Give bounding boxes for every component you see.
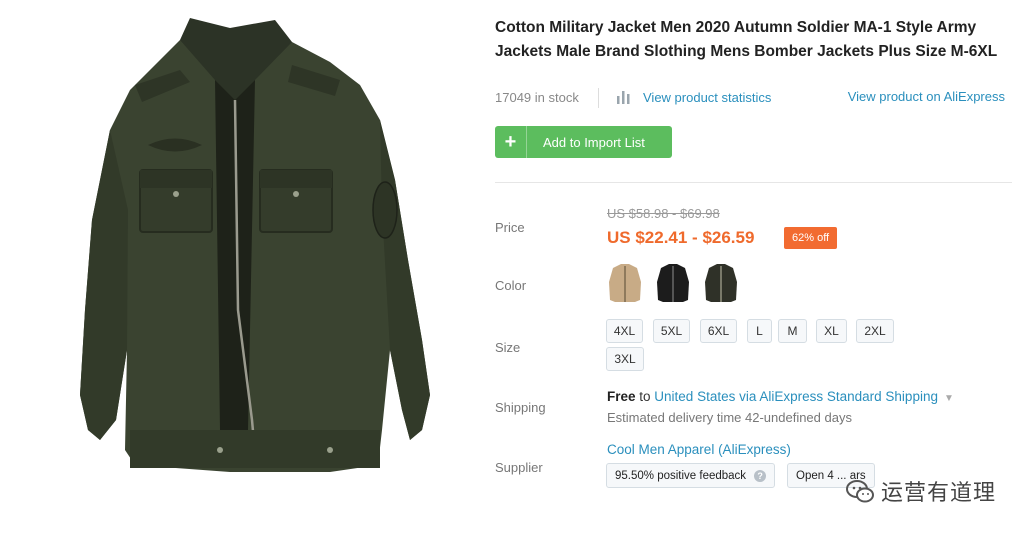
plus-icon: +	[495, 126, 527, 158]
supplier-link[interactable]: Cool Men Apparel (AliExpress)	[607, 442, 791, 457]
question-icon[interactable]: ?	[754, 469, 767, 482]
color-label: Color	[495, 278, 527, 293]
delivery-estimate: Estimated delivery time 42-undefined day…	[607, 410, 852, 425]
size-label: Size	[495, 340, 521, 355]
product-title: Cotton Military Jacket Men 2020 Autumn S…	[495, 19, 998, 60]
stock-count: 17049 in stock	[495, 90, 579, 105]
size-option-3xl[interactable]: 3XL	[606, 347, 644, 371]
meta-row: 17049 in stock View product statistics V…	[495, 88, 1010, 108]
size-option-m[interactable]: M	[778, 319, 807, 343]
shipping-method: Free to United States via AliExpress Sta…	[607, 389, 954, 404]
add-to-import-list-label: Add to Import List	[543, 134, 645, 150]
size-option-6xl[interactable]: 6XL	[700, 319, 737, 343]
size-option-5xl[interactable]: 5XL	[653, 319, 690, 343]
color-option-black[interactable]	[655, 262, 691, 304]
divider	[495, 182, 1012, 183]
shipping-label: Shipping	[495, 400, 546, 415]
view-on-aliexpress-link[interactable]: View product on AliExpress	[848, 89, 1005, 104]
sale-price: US $22.41 - $26.59	[607, 228, 755, 247]
view-statistics-link[interactable]: View product statistics	[643, 90, 771, 105]
color-option-khaki[interactable]	[607, 262, 643, 304]
jacket-image	[80, 18, 430, 472]
original-price: US $58.98 - $69.98	[607, 206, 720, 221]
size-option-l[interactable]: L	[747, 319, 772, 343]
color-option-army-green[interactable]	[703, 262, 739, 304]
chevron-down-icon[interactable]: ▼	[944, 393, 954, 404]
free-shipping-text: Free	[607, 389, 636, 404]
meta-divider	[598, 88, 599, 108]
feedback-text: 95.50% positive feedback	[615, 469, 747, 482]
feedback-badge: 95.50% positive feedback ?	[606, 463, 776, 488]
shipping-to-text: to	[635, 389, 655, 404]
wechat-icon	[846, 480, 874, 503]
size-option-2xl[interactable]: 2XL	[856, 319, 894, 343]
size-option-4xl[interactable]: 4XL	[606, 319, 643, 343]
shipping-destination-link[interactable]: United States via AliExpress Standard Sh…	[654, 389, 938, 404]
discount-badge: 62% off	[784, 227, 838, 249]
add-to-import-list-button[interactable]: + Add to Import List	[495, 126, 672, 158]
price-label: Price	[495, 220, 525, 235]
watermark: 运营有道理	[845, 474, 996, 508]
product-details: Cotton Military Jacket Men 2020 Autumn S…	[495, 0, 1015, 534]
product-image	[30, 10, 470, 510]
bar-chart-icon[interactable]	[616, 90, 632, 104]
watermark-text: 运营有道理	[881, 481, 997, 506]
supplier-label: Supplier	[495, 460, 543, 475]
size-option-xl[interactable]: XL	[816, 319, 847, 343]
